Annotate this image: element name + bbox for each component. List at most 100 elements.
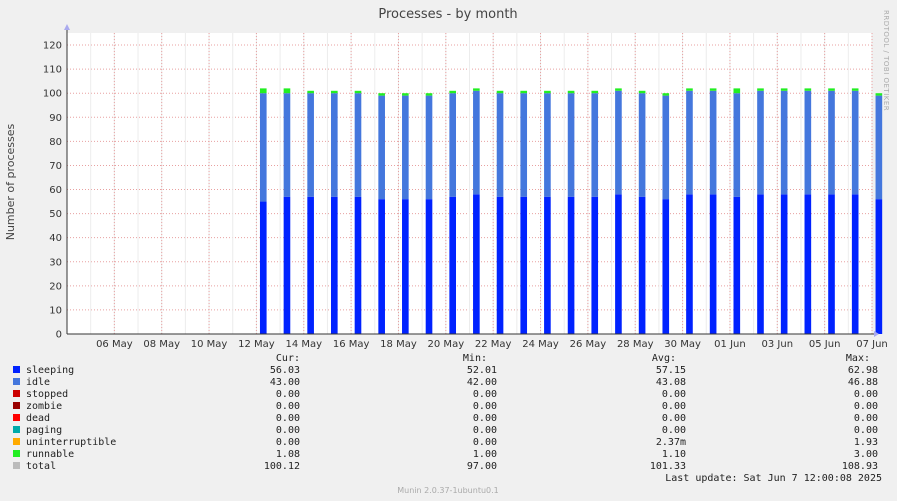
- x-tick-label: 20 May: [428, 339, 465, 350]
- sleeping-bar: [875, 199, 883, 334]
- runnable-bar: [496, 90, 504, 94]
- last-update: Last update: Sat Jun 7 12:00:08 2025: [665, 473, 882, 484]
- sleeping-bar: [544, 196, 551, 334]
- idle-bar: [709, 90, 717, 195]
- legend-swatch-stopped: [13, 390, 20, 397]
- runnable-bar: [875, 93, 883, 96]
- runnable-bar: [425, 93, 433, 96]
- legend-min-paging: 0.00: [473, 425, 497, 436]
- idle-bar: [354, 93, 362, 197]
- runnable-bar: [473, 88, 480, 91]
- burst-2025-06-04: [804, 88, 812, 334]
- x-tick-label: 30 May: [664, 339, 701, 350]
- idle-bar: [828, 90, 835, 195]
- legend-name-zombie: zombie: [26, 401, 62, 412]
- idle-bar: [804, 90, 812, 195]
- runnable-bar: [307, 90, 314, 94]
- legend-cur-runnable: 1.08: [276, 449, 300, 460]
- idle-bar: [662, 95, 670, 200]
- idle-bar: [259, 93, 267, 202]
- runnable-bar: [828, 88, 835, 91]
- legend-name-total: total: [26, 461, 56, 472]
- idle-bar: [307, 93, 314, 197]
- x-tick-label: 08 May: [143, 339, 180, 350]
- burst-2025-05-31: [709, 88, 717, 334]
- x-tick-label: 18 May: [380, 339, 417, 350]
- legend-name-stopped: stopped: [26, 389, 68, 400]
- burst-2025-06-01: [733, 88, 741, 334]
- idle-bar: [638, 93, 646, 197]
- x-tick-label: 28 May: [617, 339, 654, 350]
- legend-avg-runnable: 1.10: [662, 449, 686, 460]
- idle-bar: [425, 95, 433, 200]
- sleeping-bar: [496, 196, 504, 334]
- y-tick-label: 90: [49, 113, 62, 124]
- burst-2025-05-19: [425, 93, 433, 334]
- y-tick-label: 70: [49, 161, 62, 172]
- processes-chart: Processes - by month RRDTOOL / TOBI OETI…: [4, 7, 890, 495]
- burst-2025-05-28: [638, 90, 646, 334]
- runnable-bar: [283, 88, 291, 94]
- y-tick-label: 110: [43, 65, 62, 76]
- legend-name-paging: paging: [26, 425, 62, 436]
- x-tick-label: 16 May: [333, 339, 370, 350]
- burst-2025-05-23: [520, 90, 528, 334]
- legend-cur-idle: 43.00: [270, 377, 300, 388]
- legend-cur-uninterruptible: 0.00: [276, 437, 300, 448]
- sleeping-bar: [851, 194, 859, 334]
- legend-cur-total: 100.12: [264, 461, 300, 472]
- legend-max-uninterruptible: 1.93: [854, 437, 878, 448]
- legend-name-runnable: runnable: [26, 449, 74, 460]
- legend-header: Cur:: [276, 353, 300, 364]
- runnable-bar: [402, 93, 409, 96]
- munin-version: Munin 2.0.37-1ubuntu0.1: [397, 486, 499, 495]
- legend-min-dead: 0.00: [473, 413, 497, 424]
- legend-name-sleeping: sleeping: [26, 365, 74, 376]
- sleeping-bar: [638, 196, 646, 334]
- burst-2025-05-29: [662, 93, 670, 334]
- burst-2025-06-05: [828, 88, 835, 334]
- idle-bar: [591, 93, 599, 197]
- chart-title: Processes - by month: [378, 7, 517, 22]
- legend-avg-idle: 43.08: [656, 377, 686, 388]
- y-tick-label: 60: [49, 185, 62, 196]
- y-tick-label: 80: [49, 137, 62, 148]
- legend-swatch-total: [13, 462, 20, 469]
- legend-avg-sleeping: 57.15: [656, 365, 686, 376]
- burst-2025-05-25: [567, 90, 575, 334]
- burst-2025-05-16: [354, 90, 362, 334]
- legend-swatch-runnable: [13, 450, 20, 457]
- legend-name-dead: dead: [26, 413, 50, 424]
- sleeping-bar: [402, 199, 409, 334]
- y-tick-label: 30: [49, 257, 62, 268]
- burst-2025-05-12: [259, 88, 267, 334]
- sleeping-bar: [686, 194, 693, 334]
- runnable-bar: [591, 90, 599, 94]
- runnable-bar: [354, 90, 362, 94]
- idle-bar: [851, 90, 859, 195]
- sleeping-bar: [330, 196, 338, 334]
- legend-max-stopped: 0.00: [854, 389, 878, 400]
- runnable-bar: [638, 90, 646, 94]
- legend-swatch-dead: [13, 414, 20, 421]
- legend-header: Avg:: [652, 353, 676, 364]
- legend-min-stopped: 0.00: [473, 389, 497, 400]
- x-tick-label: 12 May: [238, 339, 275, 350]
- y-axis-label: Number of processes: [4, 123, 17, 240]
- legend-max-dead: 0.00: [854, 413, 878, 424]
- legend-header: Max:: [846, 353, 870, 364]
- runnable-bar: [259, 88, 267, 94]
- sleeping-bar: [733, 196, 741, 334]
- idle-bar: [378, 95, 385, 200]
- idle-bar: [330, 93, 338, 197]
- idle-bar: [780, 90, 788, 195]
- idle-bar: [615, 90, 622, 195]
- sleeping-bar: [757, 194, 764, 334]
- burst-2025-05-18: [402, 93, 409, 334]
- x-tick-label: 26 May: [570, 339, 607, 350]
- burst-2025-05-14: [307, 90, 314, 334]
- runnable-bar: [757, 88, 764, 91]
- sleeping-bar: [615, 194, 622, 334]
- legend: Cur: Min: Avg: Max: sleeping 56.03 52.01 57.15 6…: [13, 353, 878, 472]
- legend-swatch-sleeping: [13, 366, 20, 373]
